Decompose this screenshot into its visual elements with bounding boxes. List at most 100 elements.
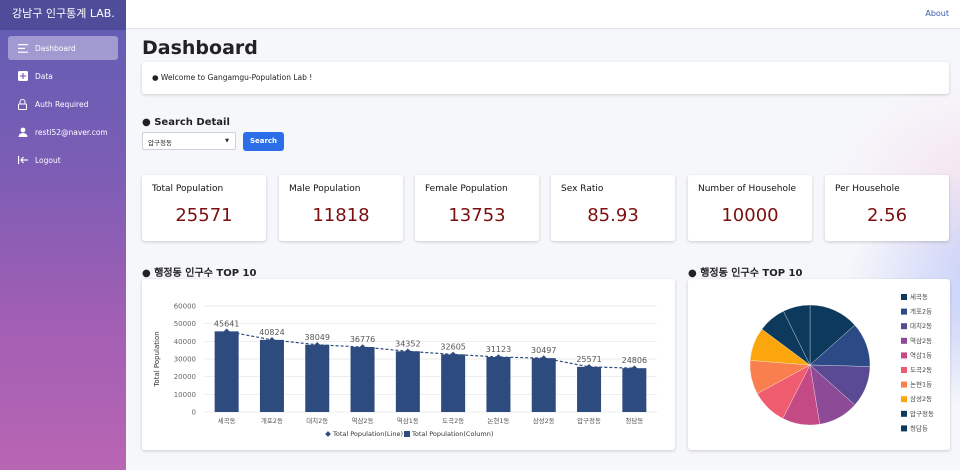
legend-marker — [901, 425, 907, 432]
logout-icon — [17, 155, 28, 166]
stat-card-total-population: Total Population 25571 — [142, 175, 266, 241]
stat-value: 11818 — [312, 205, 370, 226]
x-tick-label: 논현1동 — [487, 417, 509, 425]
sidebar-nav: Dashboard Data Auth Required resti52@nav… — [0, 36, 126, 172]
x-tick-label: 세곡동 — [218, 416, 236, 425]
y-tick-label: 60000 — [174, 303, 196, 311]
data-label: 34352 — [395, 339, 420, 348]
data-label: 45641 — [214, 319, 239, 328]
legend-label: 역삼1동 — [910, 350, 932, 359]
top-bar: About — [126, 0, 960, 29]
welcome-banner: ● Welcome to Gangamgu-Population Lab ! — [142, 62, 949, 94]
bar — [259, 339, 284, 412]
legend-marker — [901, 381, 907, 388]
legend-label: 대치2동 — [910, 321, 932, 330]
legend-marker — [325, 431, 331, 437]
legend-marker — [404, 431, 410, 437]
search-button[interactable]: Search — [243, 132, 284, 151]
legend-marker — [901, 323, 907, 330]
dong-select[interactable]: 압구정동 ▼ — [142, 132, 236, 150]
sidebar-item-logout[interactable]: Logout — [8, 148, 118, 172]
bar-chart-panel: 0 10000 20000 30000 40000 50000 60000 Total Pop… — [142, 279, 675, 450]
y-tick-label: 10000 — [174, 391, 196, 399]
legend-label: Total Population(Column) — [411, 430, 493, 438]
stat-card-female-population: Female Population 13753 — [415, 175, 539, 241]
plus-square-icon — [17, 71, 28, 82]
data-label: 31123 — [486, 345, 511, 354]
stat-label: Female Population — [425, 184, 508, 194]
legend-label: 압구정동 — [910, 409, 934, 418]
sidebar-item-label: Data — [35, 71, 53, 81]
menu-icon — [17, 43, 28, 54]
legend-marker — [901, 396, 907, 403]
stat-value: 10000 — [721, 205, 779, 226]
x-tick-label: 도곡2동 — [442, 417, 464, 425]
y-tick-label: 40000 — [174, 338, 196, 346]
y-axis-label: Total Population — [153, 331, 161, 387]
bar — [214, 331, 239, 412]
legend-label: Total Population(Line) — [332, 430, 403, 438]
data-label: 24806 — [622, 356, 647, 365]
stat-value: 13753 — [448, 205, 506, 226]
stat-card-male-population: Male Population 11818 — [279, 175, 403, 241]
data-label: 36776 — [350, 335, 375, 344]
legend-marker — [901, 337, 907, 344]
y-tick-label: 30000 — [174, 356, 196, 364]
legend-marker — [901, 410, 907, 417]
sidebar-item-auth-required[interactable]: Auth Required — [8, 92, 118, 116]
stat-label: Per Househole — [835, 184, 900, 194]
bar-chart-title: ● 행정동 인구수 TOP 10 — [142, 268, 257, 279]
x-tick-label: 대치2동 — [306, 416, 328, 425]
x-tick-label: 압구정동 — [577, 416, 601, 425]
stat-card-households: Number of Househole 10000 — [688, 175, 812, 241]
bar — [305, 344, 330, 412]
stat-card-sex-ratio: Sex Ratio 85.93 — [551, 175, 675, 241]
about-link[interactable]: About — [925, 9, 949, 18]
stat-label: Number of Househole — [698, 184, 797, 194]
brand-title[interactable]: 강남구 인구통계 LAB. — [0, 0, 126, 30]
y-tick-label: 50000 — [174, 320, 196, 328]
legend-marker — [901, 294, 907, 300]
series-line — [226, 330, 635, 369]
bar-chart: 0 10000 20000 30000 40000 50000 60000 Total Pop… — [153, 303, 657, 438]
stat-value: 2.56 — [866, 205, 908, 226]
lock-icon — [17, 98, 28, 110]
legend-label: 논현1동 — [910, 381, 932, 389]
x-tick-label: 삼성2동 — [533, 416, 555, 425]
page-title: Dashboard — [142, 37, 258, 59]
caret-down-icon: ▼ — [225, 138, 229, 144]
stat-value: 85.93 — [587, 205, 639, 226]
data-label: 38049 — [305, 333, 330, 342]
dong-select-value: 압구정동 — [148, 139, 172, 147]
user-icon — [17, 127, 28, 138]
sidebar-item-data[interactable]: Data — [8, 64, 118, 88]
sidebar-item-dashboard[interactable]: Dashboard — [8, 36, 118, 60]
bar — [486, 357, 511, 412]
stat-label: Total Population — [152, 184, 224, 194]
data-label: 30497 — [531, 346, 556, 355]
search-detail-title: ● Search Detail — [142, 117, 230, 128]
sidebar: 강남구 인구통계 LAB. Dashboard Data Auth Requir… — [0, 0, 126, 470]
pie-chart: 세곡동개포2동대치2동역삼2동역삼1동도곡2동논현1동삼성2동압구정동청담동 — [749, 292, 934, 432]
data-label: 32605 — [440, 342, 465, 351]
sidebar-item-account[interactable]: resti52@naver.com — [8, 120, 118, 144]
sidebar-item-label: resti52@naver.com — [35, 127, 108, 137]
bar — [622, 368, 647, 412]
stat-value: 25571 — [175, 205, 233, 226]
legend-label: 세곡동 — [910, 292, 928, 301]
main-content: Dashboard ● Welcome to Gangamgu-Populati… — [126, 29, 960, 470]
sidebar-item-label: Auth Required — [35, 99, 89, 109]
legend-marker — [901, 367, 907, 373]
sidebar-item-label: Dashboard — [35, 43, 76, 53]
x-tick-label: 개포2동 — [261, 416, 283, 425]
pie-chart-title: ● 행정동 인구수 TOP 10 — [688, 268, 803, 279]
welcome-text: ● Welcome to Gangamgu-Population Lab ! — [152, 73, 313, 82]
bar — [577, 366, 602, 412]
x-tick-label: 역삼2동 — [352, 416, 374, 425]
data-label: 40824 — [259, 328, 284, 337]
pie-chart-panel: 세곡동 개포2동 대치2동 역삼2동 역삼1동 도곡2동 논현1동 삼성2동 압구정동 청담동 — [688, 279, 950, 450]
legend-marker — [901, 352, 907, 359]
y-tick-label: 0 — [192, 409, 196, 417]
bar — [531, 358, 556, 412]
legend-label: 개포2동 — [910, 307, 932, 316]
